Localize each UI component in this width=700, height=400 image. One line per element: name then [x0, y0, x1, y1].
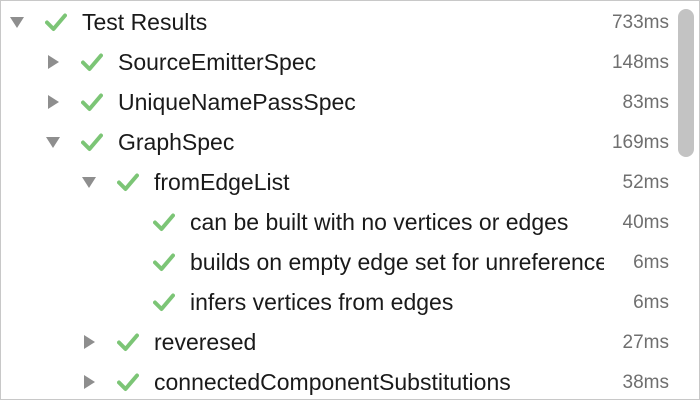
test-results-tree: Test Results 733ms SourceEmitterSpec 148ms U…: [1, 1, 677, 399]
tree-node-row[interactable]: reveresed 27ms: [1, 322, 677, 362]
tree-node-row[interactable]: GraphSpec 169ms: [1, 122, 677, 162]
duration-label: 52ms: [622, 162, 669, 202]
tree-node-row[interactable]: SourceEmitterSpec 148ms: [1, 42, 677, 82]
test-name-label: can be built with no vertices or edges: [190, 209, 569, 235]
tree-node-row[interactable]: UniqueNamePassSpec 83ms: [1, 82, 677, 122]
test-name-label: builds on empty edge set for unreference…: [190, 249, 604, 275]
test-name-label: fromEdgeList: [154, 169, 290, 195]
duration-label: 40ms: [622, 202, 669, 242]
checkmark-icon: [45, 12, 67, 32]
triangle-right-icon[interactable]: [45, 54, 61, 70]
tree-node-row[interactable]: connectedComponentSubstitutions 38ms: [1, 362, 677, 399]
triangle-right-icon[interactable]: [81, 374, 97, 390]
checkmark-icon: [153, 212, 175, 232]
test-name-label: GraphSpec: [118, 129, 235, 155]
duration-label: 38ms: [622, 362, 669, 399]
checkmark-icon: [81, 52, 103, 72]
test-name-label: infers vertices from edges: [190, 289, 454, 315]
test-name-label: UniqueNamePassSpec: [118, 89, 356, 115]
tree-node-row[interactable]: Test Results 733ms: [1, 2, 677, 42]
triangle-right-icon[interactable]: [45, 94, 61, 110]
duration-label: 27ms: [622, 322, 669, 362]
checkmark-icon: [153, 292, 175, 312]
triangle-down-icon[interactable]: [45, 134, 61, 150]
scrollbar-thumb[interactable]: [678, 9, 694, 157]
tree-node-row[interactable]: fromEdgeList 52ms: [1, 162, 677, 202]
duration-label: 83ms: [622, 82, 669, 122]
test-case-row[interactable]: builds on empty edge set for unreference…: [1, 242, 677, 282]
duration-label: 148ms: [611, 42, 669, 82]
checkmark-icon: [153, 252, 175, 272]
test-name-label: SourceEmitterSpec: [118, 49, 317, 75]
duration-label: 6ms: [633, 282, 669, 322]
test-results-panel: Test Results 733ms SourceEmitterSpec 148ms U…: [0, 0, 700, 400]
test-name-label: Test Results: [82, 9, 208, 35]
test-name-label: connectedComponentSubstitutions: [154, 369, 511, 395]
test-case-row[interactable]: infers vertices from edges 6ms: [1, 282, 677, 322]
checkmark-icon: [117, 332, 139, 352]
duration-label: 169ms: [611, 122, 669, 162]
test-case-row[interactable]: can be built with no vertices or edges 40…: [1, 202, 677, 242]
checkmark-icon: [117, 172, 139, 192]
test-name-label: reveresed: [154, 329, 257, 355]
checkmark-icon: [117, 372, 139, 392]
checkmark-icon: [81, 132, 103, 152]
duration-label: 6ms: [633, 242, 669, 282]
checkmark-icon: [81, 92, 103, 112]
triangle-down-icon[interactable]: [81, 174, 97, 190]
duration-label: 733ms: [611, 2, 669, 42]
triangle-right-icon[interactable]: [81, 334, 97, 350]
vertical-scrollbar[interactable]: [677, 1, 699, 399]
triangle-down-icon[interactable]: [9, 14, 25, 30]
